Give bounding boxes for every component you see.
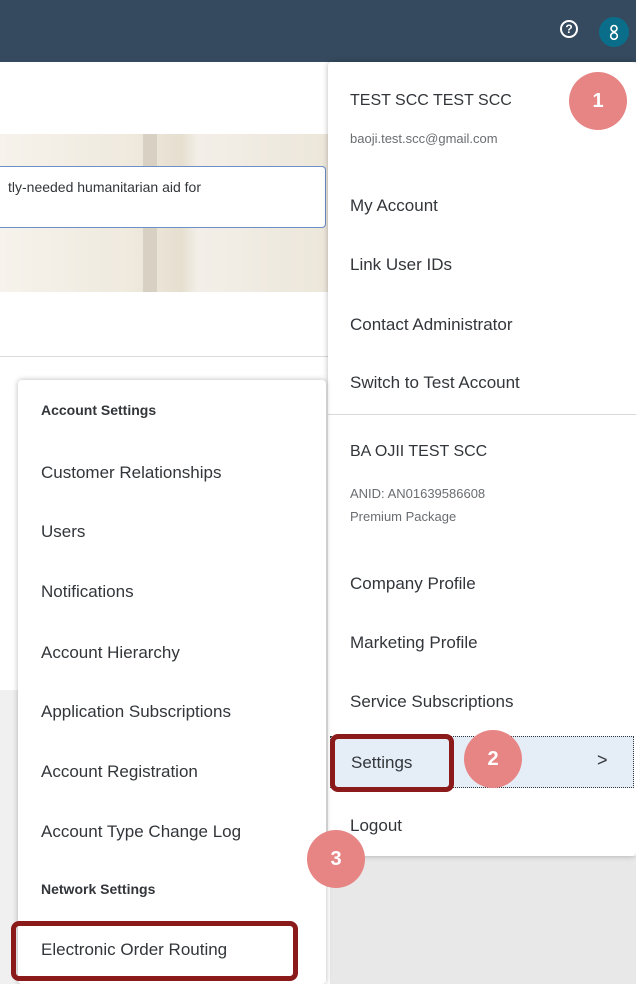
submenu-item-users[interactable]: Users (41, 522, 85, 542)
profile-user-name: TEST SCC TEST SCC (350, 92, 512, 109)
step-badge-1: 1 (569, 72, 627, 130)
user-avatar[interactable] (599, 17, 629, 47)
menu-item-my-account[interactable]: My Account (350, 196, 438, 216)
menu-item-service-subscriptions[interactable]: Service Subscriptions (350, 692, 513, 712)
menu-item-switch-to-test-account[interactable]: Switch to Test Account (350, 373, 520, 393)
submenu-item-account-type-change-log[interactable]: Account Type Change Log (41, 822, 241, 842)
account-settings-header: Account Settings (41, 402, 157, 418)
user-icon (609, 24, 619, 40)
profile-user-email: baoji.test.scc@gmail.com (350, 131, 498, 146)
submenu-item-account-hierarchy[interactable]: Account Hierarchy (41, 643, 180, 663)
company-name: BA OJII TEST SCC (350, 443, 488, 460)
section-divider (0, 356, 330, 357)
company-package: Premium Package (350, 509, 457, 524)
submenu-item-application-subscriptions[interactable]: Application Subscriptions (41, 702, 231, 722)
menu-item-company-profile[interactable]: Company Profile (350, 574, 476, 594)
chevron-right-icon: > (597, 750, 608, 770)
question-circle-icon[interactable]: ? (560, 20, 578, 38)
company-anid: ANID: AN01639586608 (350, 486, 486, 501)
settings-highlight-box (330, 734, 454, 792)
page-background-panel (330, 856, 636, 984)
network-settings-header: Network Settings (41, 881, 156, 897)
step-badge-2: 2 (464, 730, 522, 788)
menu-item-contact-administrator[interactable]: Contact Administrator (350, 315, 513, 335)
step-badge-3: 3 (307, 830, 365, 888)
submenu-item-customer-relationships[interactable]: Customer Relationships (41, 463, 221, 483)
submenu-item-account-registration[interactable]: Account Registration (41, 762, 198, 782)
banner-message: tly-needed humanitarian aid for (0, 166, 326, 228)
menu-item-marketing-profile[interactable]: Marketing Profile (350, 633, 478, 653)
shell-header-bar (0, 0, 636, 62)
submenu-item-notifications[interactable]: Notifications (41, 582, 134, 602)
menu-item-link-user-ids[interactable]: Link User IDs (350, 255, 452, 275)
electronic-order-routing-highlight-box (11, 921, 298, 981)
profile-menu-divider (328, 414, 636, 415)
menu-item-logout[interactable]: Logout (350, 816, 402, 836)
